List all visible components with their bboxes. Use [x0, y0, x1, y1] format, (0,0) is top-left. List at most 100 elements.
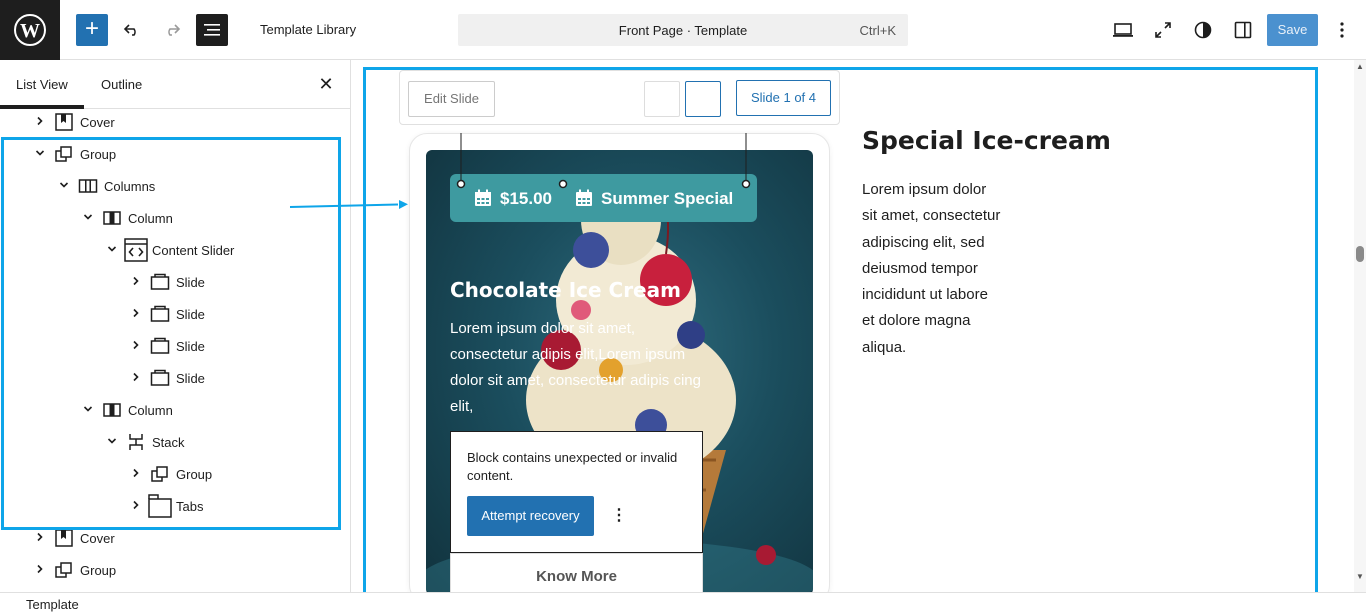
slide-icon [148, 270, 172, 294]
list-view-item-label: Group [80, 562, 117, 578]
sidebar-tabs: List View Outline ✕ [0, 60, 350, 109]
save-button[interactable]: Save [1267, 14, 1318, 46]
redo-button[interactable] [156, 14, 188, 46]
chevron-right-icon[interactable] [34, 563, 46, 578]
chevron-right-icon[interactable] [130, 467, 142, 482]
resize-handles[interactable] [440, 133, 770, 193]
canvas-scrollbar[interactable]: ▲ ▼ [1354, 60, 1366, 592]
styles-button[interactable] [1187, 14, 1219, 46]
settings-sidebar-button[interactable] [1227, 14, 1259, 46]
sidebar-settings-icon [1234, 21, 1252, 39]
wordpress-logo-icon: W [14, 14, 46, 46]
invalid-block-message: Block contains unexpected or invalid con… [467, 450, 678, 483]
chevron-right-icon[interactable] [130, 275, 142, 290]
list-view-item[interactable]: Group [34, 138, 116, 170]
more-vertical-icon [1340, 22, 1344, 38]
list-view-item-label: Slide [176, 306, 205, 322]
list-view-item-label: Content Slider [152, 242, 235, 258]
chevron-right-icon[interactable] [130, 339, 142, 354]
slide-icon [148, 334, 172, 358]
list-view-item-label: Cover [80, 530, 115, 546]
list-view-item[interactable]: Group [34, 554, 116, 586]
columns-icon [76, 174, 100, 198]
breadcrumb[interactable]: Template [26, 597, 79, 612]
prev-slide-button[interactable] [644, 81, 680, 117]
group-icon [52, 142, 76, 166]
document-overview-icon [204, 24, 220, 36]
scrollbar-thumb[interactable] [1356, 246, 1364, 262]
list-view-item[interactable]: Cover [34, 522, 115, 554]
chevron-right-icon[interactable] [34, 115, 46, 130]
list-view-item-label: Cover [80, 114, 115, 130]
slide-toolbar: Edit Slide Slide 1 of 4 [399, 70, 840, 125]
chevron-right-icon[interactable] [34, 531, 46, 546]
column-icon [100, 206, 124, 230]
undo-icon [123, 24, 136, 36]
options-button[interactable] [1326, 14, 1358, 46]
template-library-link[interactable]: Template Library [260, 22, 356, 37]
list-view-item[interactable]: Column [82, 202, 173, 234]
chevron-down-icon[interactable] [58, 179, 70, 194]
list-view-item-label: Stack [152, 434, 185, 450]
add-block-button[interactable]: + [76, 14, 108, 46]
command-palette-bar[interactable]: Front Page · Template Ctrl+K [458, 14, 908, 46]
invalid-block-warning: Block contains unexpected or invalid con… [450, 431, 703, 553]
list-view-item[interactable]: Slide [130, 330, 205, 362]
redo-icon [168, 24, 181, 36]
editor-top-bar: W + Template Library Front Page · Templa… [0, 0, 1366, 60]
edit-slide-button[interactable]: Edit Slide [408, 81, 495, 117]
column-icon [100, 398, 124, 422]
fullscreen-icon [1155, 22, 1171, 38]
group-icon [148, 462, 172, 486]
slide-counter[interactable]: Slide 1 of 4 [736, 80, 831, 116]
chevron-down-icon[interactable] [106, 435, 118, 450]
list-view-item[interactable]: Slide [130, 266, 205, 298]
list-view-item[interactable]: Slide [130, 362, 205, 394]
wordpress-logo-button[interactable]: W [0, 0, 60, 60]
slide-title: Chocolate Ice Cream [450, 278, 681, 302]
close-sidebar-button[interactable]: ✕ [316, 74, 336, 94]
chevron-down-icon[interactable] [82, 211, 94, 226]
slide-icon [148, 366, 172, 390]
slide-icon [148, 302, 172, 326]
chevron-down-icon[interactable] [106, 243, 118, 258]
tabs-icon [148, 494, 172, 518]
list-view-item[interactable]: Tabs [130, 490, 203, 522]
list-view-item[interactable]: Column [82, 394, 173, 426]
list-view-item[interactable]: Cover [34, 106, 115, 138]
fullscreen-button[interactable] [1147, 14, 1179, 46]
close-icon: ✕ [318, 74, 334, 94]
invalid-block-options-button[interactable]: ⋮ [611, 505, 627, 525]
chevron-down-icon[interactable] [34, 147, 46, 162]
chevron-down-icon[interactable] [82, 403, 94, 418]
document-overview-button[interactable] [196, 14, 228, 46]
list-view-item[interactable]: Group [130, 458, 212, 490]
column-heading: Special Ice-cream [862, 126, 1111, 155]
slide-text: Lorem ipsum dolor sit amet, consectetur … [450, 320, 701, 415]
next-slide-button[interactable] [685, 81, 721, 117]
chevron-right-icon[interactable] [130, 499, 142, 514]
list-view-item-label: Group [80, 146, 117, 162]
attempt-recovery-button[interactable]: Attempt recovery [467, 496, 594, 536]
list-view-item-label: Slide [176, 370, 205, 386]
list-view-item[interactable]: Content Slider [106, 234, 234, 266]
list-view-item-label: Column [128, 210, 173, 226]
chevron-right-icon[interactable] [130, 307, 142, 322]
undo-button[interactable] [116, 14, 148, 46]
list-view-item-label: Slide [176, 338, 205, 354]
list-view-item[interactable]: Stack [106, 426, 185, 458]
svg-text:W: W [20, 20, 40, 42]
chevron-right-icon[interactable] [130, 371, 142, 386]
preview-device-button[interactable] [1107, 14, 1139, 46]
scroll-up-icon[interactable]: ▲ [1356, 62, 1364, 71]
tab-outline[interactable]: Outline [101, 77, 142, 92]
list-view-item[interactable]: Slide [130, 298, 205, 330]
content-slider-icon [124, 238, 148, 262]
list-view-item-label: Columns [104, 178, 156, 194]
cover-icon [52, 110, 76, 134]
scroll-down-icon[interactable]: ▼ [1356, 572, 1364, 581]
tab-list-view[interactable]: List View [16, 77, 68, 92]
list-view-item[interactable]: Columns [58, 170, 155, 202]
stack-icon [124, 430, 148, 454]
desktop-view-icon [1113, 23, 1133, 37]
